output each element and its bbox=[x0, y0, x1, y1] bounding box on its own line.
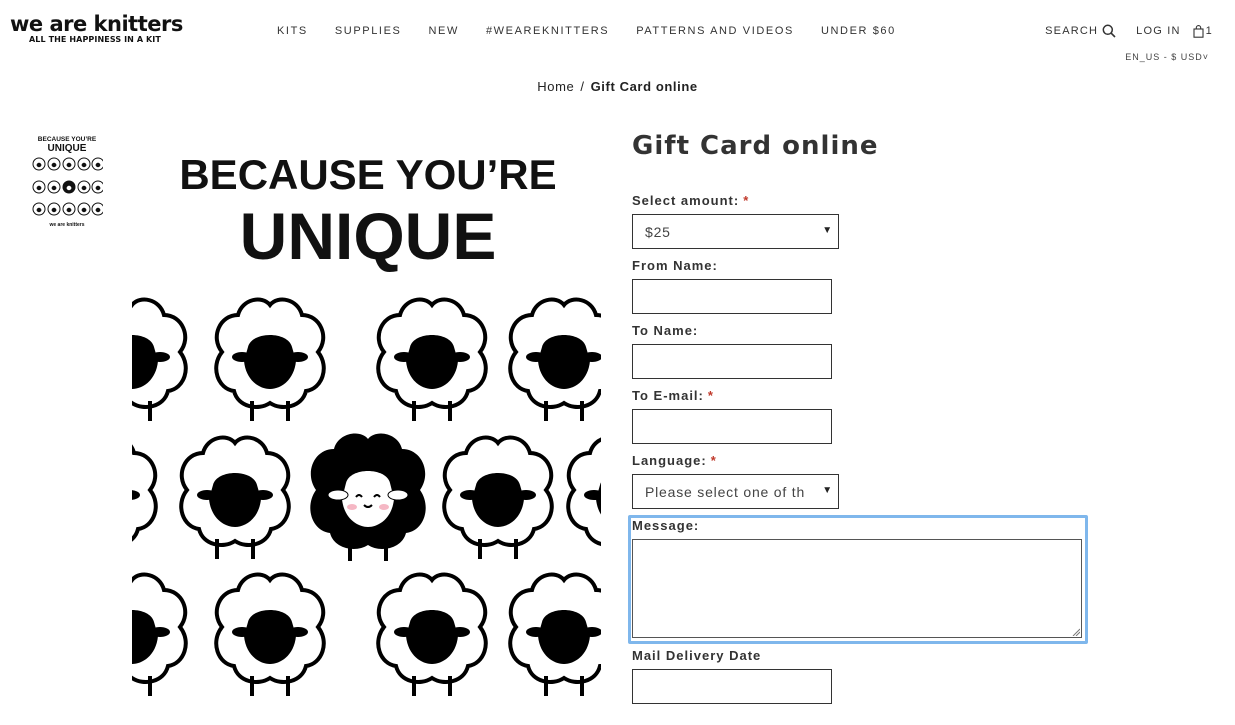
from-name-input[interactable] bbox=[632, 279, 832, 314]
search-button[interactable]: SEARCH bbox=[1045, 24, 1116, 38]
select-amount-label: Select amount: * bbox=[632, 193, 749, 208]
main-nav: KITS SUPPLIES NEW #WEAREKNITTERS PATTERN… bbox=[277, 24, 923, 38]
amount-select-value: $25 bbox=[645, 224, 671, 240]
thumb-brand: we are knitters bbox=[48, 222, 84, 228]
language-select-value: Please select one of th bbox=[645, 484, 806, 500]
login-link[interactable]: LOG IN bbox=[1136, 24, 1181, 38]
resize-handle-icon[interactable] bbox=[1072, 628, 1080, 636]
logo-title: we are knitters bbox=[10, 12, 183, 36]
breadcrumb-home[interactable]: Home bbox=[537, 79, 574, 94]
breadcrumb-separator: / bbox=[580, 79, 585, 94]
cart-button[interactable]: 1 bbox=[1193, 24, 1213, 38]
nav-weareknitters[interactable]: #WEAREKNITTERS bbox=[486, 24, 609, 38]
gift-card-illustration: BECAUSE YOU’RE UNIQUE bbox=[132, 151, 601, 698]
nav-kits[interactable]: KITS bbox=[277, 24, 308, 38]
nav-new[interactable]: NEW bbox=[428, 24, 458, 38]
image-headline-top: BECAUSE YOU’RE bbox=[179, 151, 556, 198]
breadcrumb: Home / Gift Card online bbox=[0, 79, 1235, 94]
logo-tagline: ALL THE HAPPINESS IN A KIT bbox=[29, 35, 161, 44]
amount-select[interactable]: $25 ▼ bbox=[632, 214, 839, 249]
thumb-headline-bottom: UNIQUE bbox=[48, 143, 87, 154]
shopping-bag-icon bbox=[1193, 24, 1204, 38]
locale-currency-selector[interactable]: EN_US - $ USD˅ bbox=[1125, 52, 1209, 62]
dropdown-arrow-icon: ▼ bbox=[822, 225, 833, 236]
from-name-label: From Name: bbox=[632, 258, 718, 273]
dropdown-arrow-icon: ▼ bbox=[822, 485, 833, 496]
cart-count: 1 bbox=[1205, 25, 1213, 37]
brand-logo[interactable]: we are knitters ALL THE HAPPINESS IN A K… bbox=[10, 12, 183, 44]
image-headline-bottom: UNIQUE bbox=[240, 199, 497, 273]
product-main-image: BECAUSE YOU’RE UNIQUE bbox=[132, 132, 601, 722]
to-email-label-text: To E-mail: bbox=[632, 388, 704, 403]
message-textarea[interactable] bbox=[632, 539, 1082, 638]
thumbnail-image: BECAUSE YOU’RE UNIQUE we are knitters bbox=[32, 136, 103, 228]
message-label: Message: bbox=[632, 518, 700, 533]
to-email-label: To E-mail: * bbox=[632, 388, 714, 403]
nav-patterns-videos[interactable]: PATTERNS AND VIDEOS bbox=[636, 24, 794, 38]
language-select[interactable]: Please select one of th ▼ bbox=[632, 474, 839, 509]
breadcrumb-current: Gift Card online bbox=[590, 79, 698, 94]
nav-supplies[interactable]: SUPPLIES bbox=[335, 24, 402, 38]
thumb-headline-top: BECAUSE YOU’RE bbox=[38, 136, 97, 143]
required-marker: * bbox=[707, 388, 714, 403]
to-name-input[interactable] bbox=[632, 344, 832, 379]
search-icon bbox=[1102, 24, 1116, 38]
search-label: SEARCH bbox=[1045, 25, 1099, 37]
mail-delivery-date-label: Mail Delivery Date bbox=[632, 648, 762, 663]
language-label: Language: * bbox=[632, 453, 717, 468]
product-thumbnail[interactable]: BECAUSE YOU’RE UNIQUE we are knitters bbox=[31, 133, 103, 229]
select-amount-label-text: Select amount: bbox=[632, 193, 740, 208]
header-utilities: SEARCH LOG IN 1 bbox=[1045, 24, 1213, 38]
language-label-text: Language: bbox=[632, 453, 707, 468]
required-marker: * bbox=[743, 193, 750, 208]
mail-delivery-date-input[interactable] bbox=[632, 669, 832, 704]
to-name-label: To Name: bbox=[632, 323, 699, 338]
product-title: Gift Card online bbox=[632, 131, 879, 161]
to-email-input[interactable] bbox=[632, 409, 832, 444]
nav-under-60[interactable]: UNDER $60 bbox=[821, 24, 896, 38]
required-marker: * bbox=[710, 453, 717, 468]
